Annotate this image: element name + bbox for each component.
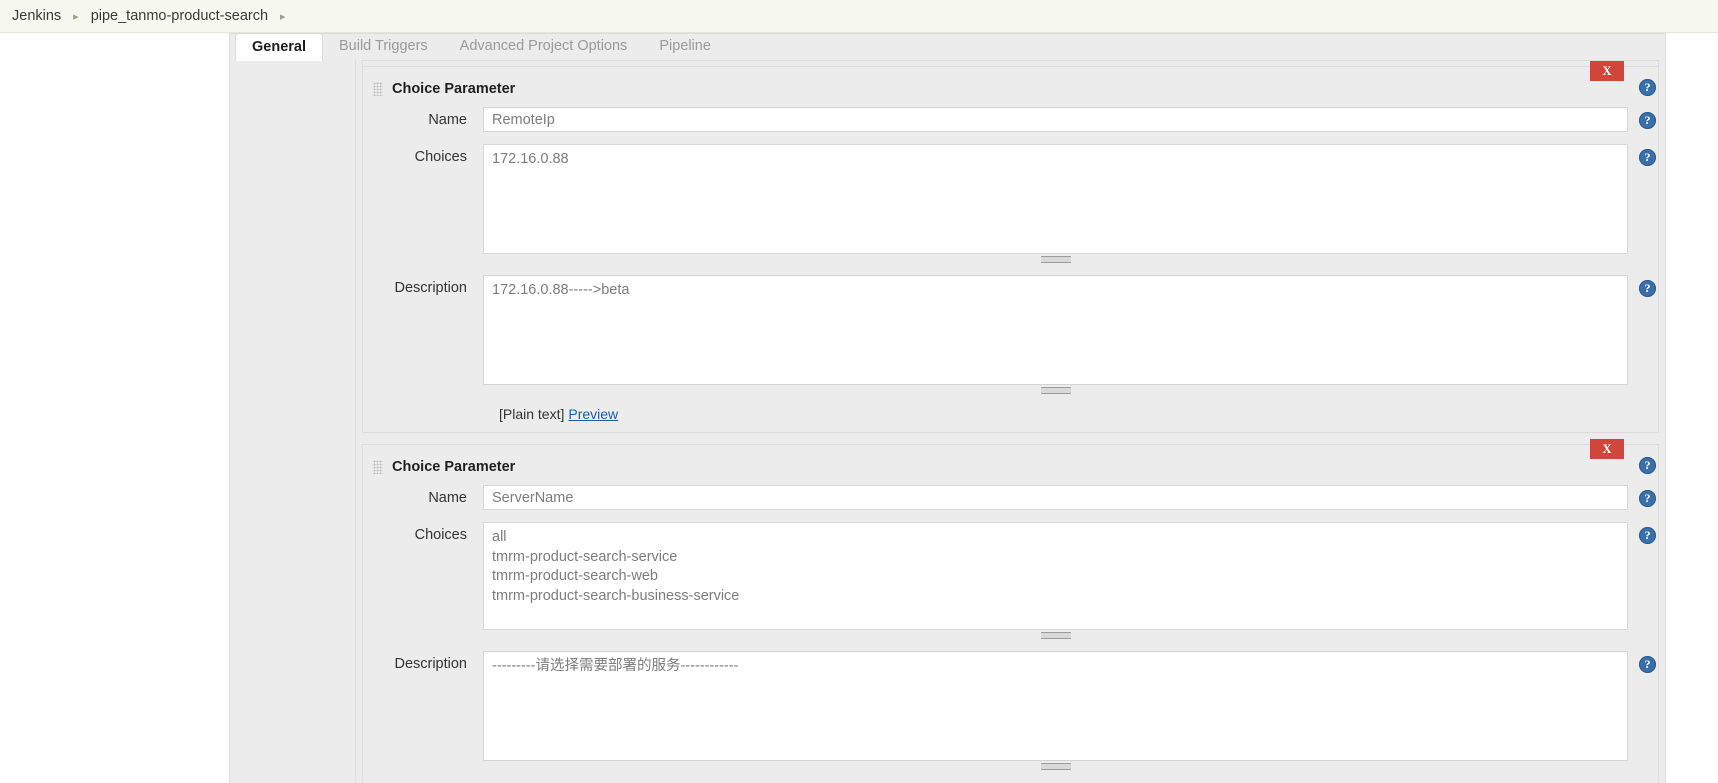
help-icon-name-2[interactable]: ? bbox=[1639, 490, 1656, 507]
left-gutter bbox=[0, 60, 229, 783]
tabbar-wrapper: General Build Triggers Advanced Project … bbox=[0, 33, 1718, 61]
choices-textarea[interactable]: 172.16.0.88 bbox=[483, 144, 1628, 254]
row-description-2: Description ---------请选择需要部署的服务---------… bbox=[363, 651, 1658, 770]
label-choices: Choices bbox=[414, 149, 467, 165]
breadcrumb-jenkins[interactable]: Jenkins bbox=[12, 8, 61, 24]
plain-text-label: [Plain text] bbox=[499, 406, 565, 422]
tab-advanced-project-options[interactable]: Advanced Project Options bbox=[444, 33, 644, 60]
row-choices: Choices 172.16.0.88 ? bbox=[363, 144, 1658, 263]
breadcrumb-job[interactable]: pipe_tanmo-product-search bbox=[91, 8, 268, 24]
right-gutter bbox=[1666, 60, 1718, 783]
help-icon-description-2[interactable]: ? bbox=[1639, 656, 1656, 673]
description-textarea-2[interactable]: ---------请选择需要部署的服务------------ bbox=[483, 651, 1628, 761]
field-choices-2: all tmrm-product-search-service tmrm-pro… bbox=[483, 522, 1658, 639]
drag-handle-icon[interactable] bbox=[373, 82, 383, 96]
config-content: X ? Choice Parameter Name ? Choices 172.… bbox=[356, 60, 1666, 783]
markup-formatter-row: [Plain text] Preview bbox=[363, 406, 1658, 422]
parameter-type-title: Choice Parameter bbox=[392, 81, 516, 97]
help-icon-parameter-2[interactable]: ? bbox=[1639, 457, 1656, 474]
label-name: Name bbox=[428, 112, 467, 128]
parameter-block-servername: X ? Choice Parameter Name ? Choices all … bbox=[362, 439, 1659, 783]
preview-link[interactable]: Preview bbox=[568, 406, 618, 422]
help-icon-description[interactable]: ? bbox=[1639, 280, 1656, 297]
field-name bbox=[483, 107, 1658, 132]
breadcrumb: Jenkins ▸ pipe_tanmo-product-search ▸ bbox=[0, 0, 1718, 33]
tab-general[interactable]: General bbox=[235, 33, 323, 61]
parameter-block-remoteip: X ? Choice Parameter Name ? Choices 172.… bbox=[362, 61, 1659, 433]
help-icon-name[interactable]: ? bbox=[1639, 112, 1656, 129]
tab-build-triggers[interactable]: Build Triggers bbox=[323, 33, 444, 60]
page-body: X ? Choice Parameter Name ? Choices 172.… bbox=[0, 60, 1718, 783]
choices-resize-grip-2[interactable] bbox=[483, 630, 1628, 639]
parameter-divider bbox=[360, 433, 1665, 444]
row-name-2: Name ? bbox=[363, 485, 1658, 510]
label-description-2: Description bbox=[394, 656, 467, 672]
tab-pipeline[interactable]: Pipeline bbox=[643, 33, 727, 60]
description-resize-grip[interactable] bbox=[483, 385, 1628, 394]
delete-parameter-button-2[interactable]: X bbox=[1590, 439, 1624, 459]
description-textarea[interactable]: 172.16.0.88----->beta bbox=[483, 275, 1628, 385]
parameter-header-2: Choice Parameter bbox=[363, 453, 1658, 485]
delete-parameter-button[interactable]: X bbox=[1590, 61, 1624, 81]
label-name-2: Name bbox=[428, 490, 467, 506]
help-icon-choices[interactable]: ? bbox=[1639, 149, 1656, 166]
drag-handle-icon-2[interactable] bbox=[373, 460, 383, 474]
name-input-2[interactable] bbox=[483, 485, 1628, 510]
row-description: Description 172.16.0.88----->beta ? bbox=[363, 275, 1658, 394]
help-icon-choices-2[interactable]: ? bbox=[1639, 527, 1656, 544]
field-choices: 172.16.0.88 bbox=[483, 144, 1658, 263]
row-name: Name ? bbox=[363, 107, 1658, 132]
breadcrumb-separator-icon: ▸ bbox=[73, 10, 79, 23]
help-icon-parameter[interactable]: ? bbox=[1639, 79, 1656, 96]
config-side-panel bbox=[229, 60, 356, 783]
row-choices-2: Choices all tmrm-product-search-service … bbox=[363, 522, 1658, 639]
label-description: Description bbox=[394, 280, 467, 296]
field-name-2 bbox=[483, 485, 1658, 510]
name-input[interactable] bbox=[483, 107, 1628, 132]
field-description-2: ---------请选择需要部署的服务------------ bbox=[483, 651, 1658, 770]
breadcrumb-separator-icon-2[interactable]: ▸ bbox=[280, 10, 286, 23]
description-resize-grip-2[interactable] bbox=[483, 761, 1628, 770]
label-choices-2: Choices bbox=[414, 527, 467, 543]
config-tabbar: General Build Triggers Advanced Project … bbox=[229, 33, 1666, 61]
parameter-header: Choice Parameter bbox=[363, 75, 1658, 107]
parameter-type-title-2: Choice Parameter bbox=[392, 459, 516, 475]
choices-resize-grip[interactable] bbox=[483, 254, 1628, 263]
choices-textarea-2[interactable]: all tmrm-product-search-service tmrm-pro… bbox=[483, 522, 1628, 630]
field-description: 172.16.0.88----->beta bbox=[483, 275, 1658, 394]
